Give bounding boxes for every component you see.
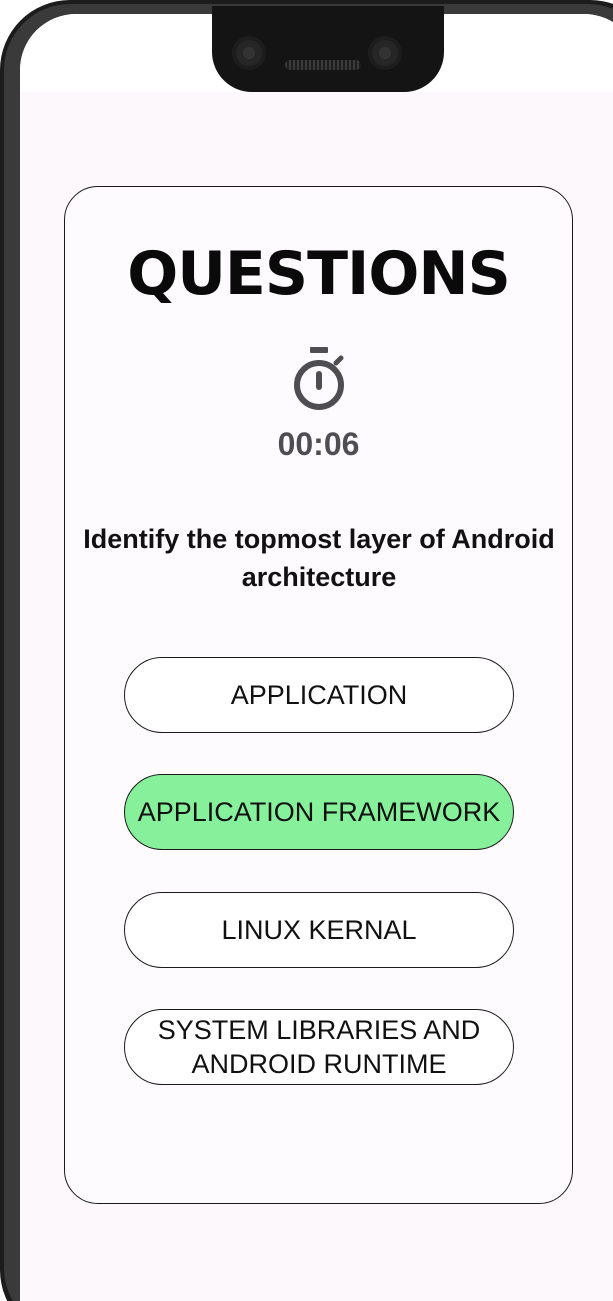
timer-countdown: 00:06 (277, 426, 360, 462)
display-notch (212, 6, 444, 92)
answer-option-application-framework[interactable]: APPLICATION FRAMEWORK (124, 774, 514, 850)
front-camera-icon (232, 36, 266, 70)
stopwatch-icon (294, 347, 344, 410)
answer-option-label: SYSTEM LIBRARIES AND ANDROID RUNTIME (157, 1015, 481, 1079)
question-text: Identify the topmost layer of Android ar… (83, 524, 555, 592)
page-title: QUESTIONS (127, 239, 511, 309)
answer-option-label: APPLICATION (230, 680, 408, 710)
answer-option-application[interactable]: APPLICATION (124, 657, 514, 733)
answer-option-label: LINUX KERNAL (221, 915, 417, 945)
phone-frame: QUESTIONS 00:06 Identify the topmost lay… (0, 0, 613, 1301)
answer-option-system-libraries[interactable]: SYSTEM LIBRARIES AND ANDROID RUNTIME (124, 1009, 514, 1085)
front-camera-icon (368, 36, 402, 70)
answer-option-linux-kernal[interactable]: LINUX KERNAL (124, 892, 514, 968)
earpiece-speaker-icon (285, 60, 361, 70)
answer-option-label: APPLICATION FRAMEWORK (137, 797, 501, 827)
